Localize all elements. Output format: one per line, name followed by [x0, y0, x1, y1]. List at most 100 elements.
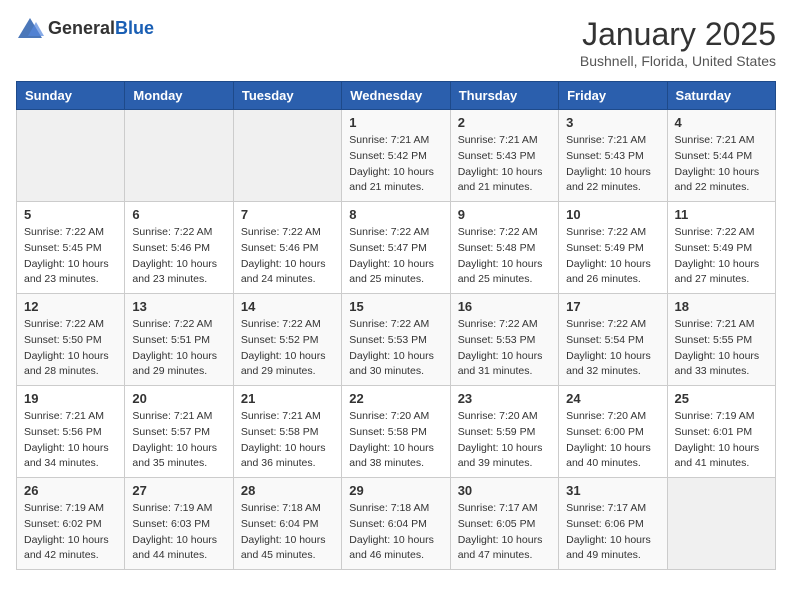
day-number: 28: [241, 483, 334, 498]
weekday-header-monday: Monday: [125, 82, 233, 110]
day-number: 29: [349, 483, 442, 498]
calendar-cell: 16 Sunrise: 7:22 AMSunset: 5:53 PMDayligh…: [450, 294, 558, 386]
weekday-header-row: SundayMondayTuesdayWednesdayThursdayFrid…: [17, 82, 776, 110]
calendar-cell: 11Sunrise: 7:22 AMSunset: 5:49 PMDayligh…: [667, 202, 775, 294]
day-info: Sunrise: 7:22 AMSunset: 5:50 PMDaylight:…: [24, 317, 117, 380]
calendar-cell: 21 Sunrise: 7:21 AMSunset: 5:58 PMDayligh…: [233, 386, 341, 478]
day-number: 5: [24, 207, 117, 222]
calendar-cell: 1 Sunrise: 7:21 AMSunset: 5:42 PMDaylight…: [342, 110, 450, 202]
calendar-cell: 20Sunrise: 7:21 AMSunset: 5:57 PMDayligh…: [125, 386, 233, 478]
calendar-cell: 25Sunrise: 7:19 AMSunset: 6:01 PMDayligh…: [667, 386, 775, 478]
day-number: 9: [458, 207, 551, 222]
day-number: 3: [566, 115, 659, 130]
day-number: 18: [675, 299, 768, 314]
calendar-cell: 3 Sunrise: 7:21 AMSunset: 5:43 PMDaylight…: [559, 110, 667, 202]
day-number: 22: [349, 391, 442, 406]
day-info: Sunrise: 7:22 AMSunset: 5:47 PMDaylight:…: [349, 225, 442, 288]
logo-text: GeneralBlue: [48, 18, 154, 39]
day-info: Sunrise: 7:22 AMSunset: 5:53 PMDaylight:…: [349, 317, 442, 380]
day-number: 24: [566, 391, 659, 406]
calendar-cell: 26 Sunrise: 7:19 AMSunset: 6:02 PMDayligh…: [17, 478, 125, 570]
day-info: Sunrise: 7:20 AMSunset: 5:58 PMDaylight:…: [349, 409, 442, 472]
day-number: 2: [458, 115, 551, 130]
day-info: Sunrise: 7:22 AMSunset: 5:46 PMDaylight:…: [241, 225, 334, 288]
calendar-cell: 19 Sunrise: 7:21 AMSunset: 5:56 PMDayligh…: [17, 386, 125, 478]
day-info: Sunrise: 7:22 AMSunset: 5:52 PMDaylight:…: [241, 317, 334, 380]
calendar-cell: 8 Sunrise: 7:22 AMSunset: 5:47 PMDaylight…: [342, 202, 450, 294]
day-info: Sunrise: 7:18 AMSunset: 6:04 PMDaylight:…: [241, 501, 334, 564]
day-info: Sunrise: 7:19 AMSunset: 6:03 PMDaylight:…: [132, 501, 225, 564]
calendar-cell: [233, 110, 341, 202]
calendar-cell: 22 Sunrise: 7:20 AMSunset: 5:58 PMDayligh…: [342, 386, 450, 478]
calendar-table: SundayMondayTuesdayWednesdayThursdayFrid…: [16, 81, 776, 570]
calendar-cell: 12 Sunrise: 7:22 AMSunset: 5:50 PMDayligh…: [17, 294, 125, 386]
day-info: Sunrise: 7:17 AMSunset: 6:05 PMDaylight:…: [458, 501, 551, 564]
day-number: 6: [132, 207, 225, 222]
day-number: 21: [241, 391, 334, 406]
day-info: Sunrise: 7:21 AMSunset: 5:44 PMDaylight:…: [675, 133, 768, 196]
calendar-title: January 2025: [580, 16, 776, 53]
calendar-cell: 13Sunrise: 7:22 AMSunset: 5:51 PMDayligh…: [125, 294, 233, 386]
logo-general: General: [48, 18, 115, 38]
week-row-3: 12 Sunrise: 7:22 AMSunset: 5:50 PMDayligh…: [17, 294, 776, 386]
day-info: Sunrise: 7:19 AMSunset: 6:02 PMDaylight:…: [24, 501, 117, 564]
calendar-cell: [17, 110, 125, 202]
calendar-subtitle: Bushnell, Florida, United States: [580, 53, 776, 69]
day-info: Sunrise: 7:22 AMSunset: 5:46 PMDaylight:…: [132, 225, 225, 288]
day-info: Sunrise: 7:21 AMSunset: 5:43 PMDaylight:…: [458, 133, 551, 196]
weekday-header-wednesday: Wednesday: [342, 82, 450, 110]
calendar-cell: 23Sunrise: 7:20 AMSunset: 5:59 PMDayligh…: [450, 386, 558, 478]
day-info: Sunrise: 7:22 AMSunset: 5:49 PMDaylight:…: [675, 225, 768, 288]
calendar-cell: 31 Sunrise: 7:17 AMSunset: 6:06 PMDayligh…: [559, 478, 667, 570]
logo-icon: [16, 16, 44, 40]
calendar-cell: 30 Sunrise: 7:17 AMSunset: 6:05 PMDayligh…: [450, 478, 558, 570]
calendar-cell: 15Sunrise: 7:22 AMSunset: 5:53 PMDayligh…: [342, 294, 450, 386]
calendar-cell: [667, 478, 775, 570]
title-area: January 2025 Bushnell, Florida, United S…: [580, 16, 776, 69]
day-info: Sunrise: 7:21 AMSunset: 5:42 PMDaylight:…: [349, 133, 442, 196]
calendar-cell: 28 Sunrise: 7:18 AMSunset: 6:04 PMDayligh…: [233, 478, 341, 570]
day-number: 17: [566, 299, 659, 314]
day-info: Sunrise: 7:21 AMSunset: 5:58 PMDaylight:…: [241, 409, 334, 472]
day-info: Sunrise: 7:19 AMSunset: 6:01 PMDaylight:…: [675, 409, 768, 472]
day-info: Sunrise: 7:17 AMSunset: 6:06 PMDaylight:…: [566, 501, 659, 564]
day-number: 1: [349, 115, 442, 130]
day-info: Sunrise: 7:21 AMSunset: 5:56 PMDaylight:…: [24, 409, 117, 472]
weekday-header-saturday: Saturday: [667, 82, 775, 110]
calendar-cell: 9Sunrise: 7:22 AMSunset: 5:48 PMDaylight…: [450, 202, 558, 294]
day-number: 4: [675, 115, 768, 130]
day-number: 12: [24, 299, 117, 314]
calendar-cell: 27 Sunrise: 7:19 AMSunset: 6:03 PMDayligh…: [125, 478, 233, 570]
day-info: Sunrise: 7:22 AMSunset: 5:51 PMDaylight:…: [132, 317, 225, 380]
week-row-4: 19 Sunrise: 7:21 AMSunset: 5:56 PMDayligh…: [17, 386, 776, 478]
calendar-cell: 5Sunrise: 7:22 AMSunset: 5:45 PMDaylight…: [17, 202, 125, 294]
day-info: Sunrise: 7:21 AMSunset: 5:43 PMDaylight:…: [566, 133, 659, 196]
calendar-cell: 4 Sunrise: 7:21 AMSunset: 5:44 PMDaylight…: [667, 110, 775, 202]
day-number: 30: [458, 483, 551, 498]
calendar-cell: 10Sunrise: 7:22 AMSunset: 5:49 PMDayligh…: [559, 202, 667, 294]
day-number: 31: [566, 483, 659, 498]
day-info: Sunrise: 7:18 AMSunset: 6:04 PMDaylight:…: [349, 501, 442, 564]
day-number: 26: [24, 483, 117, 498]
weekday-header-tuesday: Tuesday: [233, 82, 341, 110]
weekday-header-friday: Friday: [559, 82, 667, 110]
calendar-cell: 7 Sunrise: 7:22 AMSunset: 5:46 PMDaylight…: [233, 202, 341, 294]
calendar-cell: 2 Sunrise: 7:21 AMSunset: 5:43 PMDaylight…: [450, 110, 558, 202]
weekday-header-thursday: Thursday: [450, 82, 558, 110]
day-number: 8: [349, 207, 442, 222]
day-info: Sunrise: 7:21 AMSunset: 5:55 PMDaylight:…: [675, 317, 768, 380]
day-info: Sunrise: 7:22 AMSunset: 5:54 PMDaylight:…: [566, 317, 659, 380]
day-number: 19: [24, 391, 117, 406]
day-info: Sunrise: 7:22 AMSunset: 5:49 PMDaylight:…: [566, 225, 659, 288]
calendar-cell: 24 Sunrise: 7:20 AMSunset: 6:00 PMDayligh…: [559, 386, 667, 478]
day-number: 7: [241, 207, 334, 222]
day-number: 27: [132, 483, 225, 498]
day-info: Sunrise: 7:20 AMSunset: 6:00 PMDaylight:…: [566, 409, 659, 472]
day-number: 16: [458, 299, 551, 314]
calendar-cell: 18 Sunrise: 7:21 AMSunset: 5:55 PMDayligh…: [667, 294, 775, 386]
day-number: 20: [132, 391, 225, 406]
week-row-5: 26 Sunrise: 7:19 AMSunset: 6:02 PMDayligh…: [17, 478, 776, 570]
day-info: Sunrise: 7:22 AMSunset: 5:53 PMDaylight:…: [458, 317, 551, 380]
calendar-cell: [125, 110, 233, 202]
day-number: 14: [241, 299, 334, 314]
